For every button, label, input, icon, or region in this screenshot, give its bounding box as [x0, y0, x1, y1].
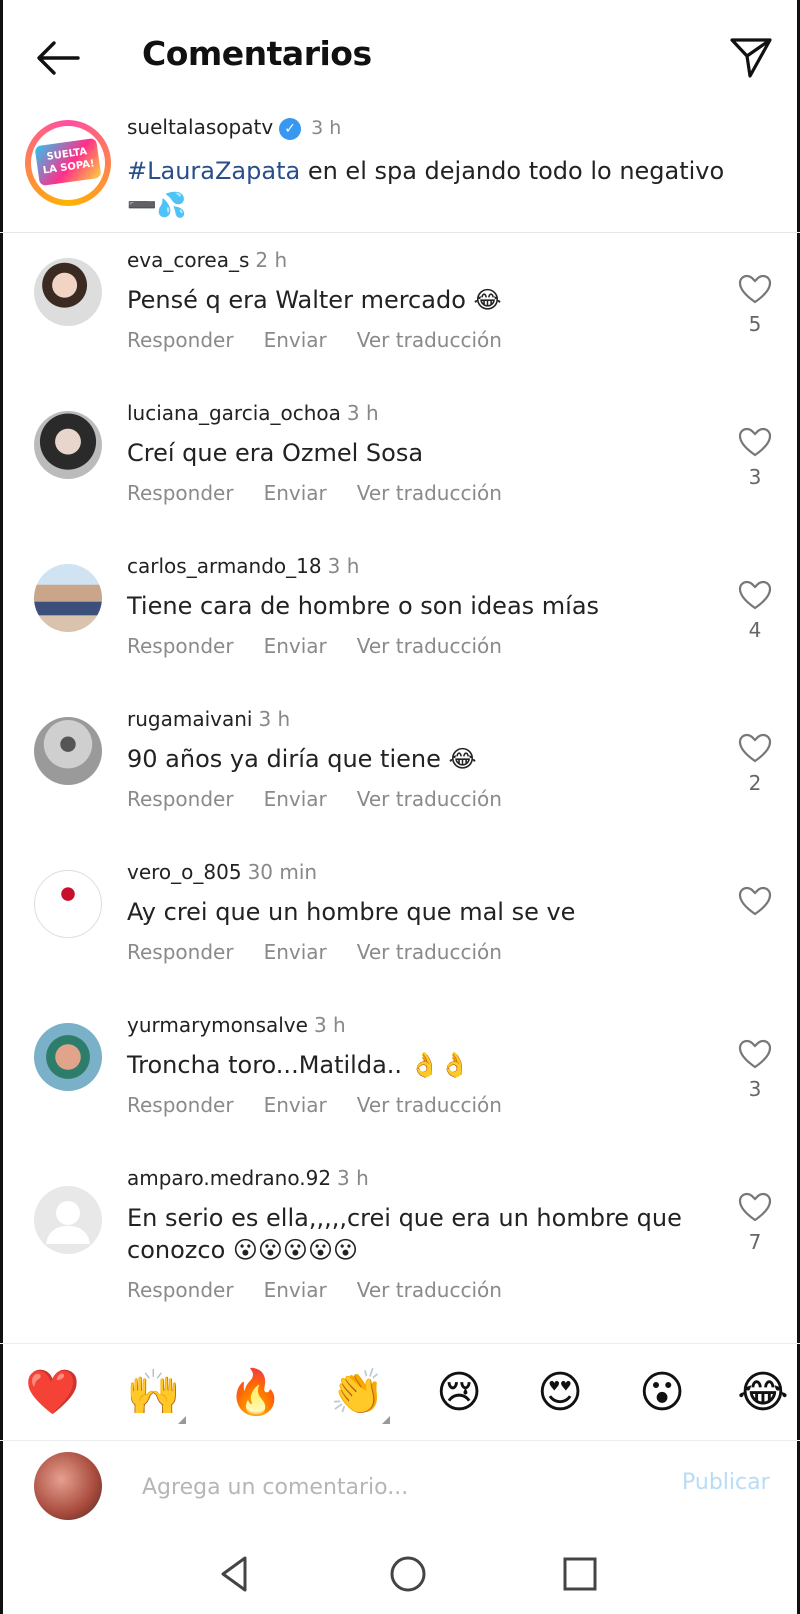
- comment-text: En serio es ella,,,,,crei que era un hom…: [127, 1204, 682, 1264]
- heart-eyes-emoji-icon[interactable]: 😍: [533, 1366, 587, 1420]
- like-count: 2: [748, 771, 762, 795]
- caption-time: 3 h: [311, 117, 342, 139]
- send-button[interactable]: Enviar: [264, 481, 327, 505]
- comment-username[interactable]: carlos_armando_18: [127, 554, 322, 578]
- caption-text: #LauraZapata en el spa dejando todo lo n…: [127, 157, 725, 219]
- crying-emoji-icon[interactable]: 😢: [432, 1366, 486, 1420]
- reply-button[interactable]: Responder: [127, 787, 234, 811]
- heart-icon[interactable]: [738, 580, 772, 610]
- reply-button[interactable]: Responder: [127, 1093, 234, 1117]
- person-silhouette-icon: [46, 1201, 90, 1244]
- avatar[interactable]: [34, 258, 102, 326]
- comment-text: Creí que era Ozmel Sosa: [127, 439, 424, 467]
- account-avatar[interactable]: SUELTA LA SOPA!: [25, 120, 111, 206]
- comment-username[interactable]: luciana_garcia_ochoa: [127, 401, 341, 425]
- send-button[interactable]: Enviar: [264, 1093, 327, 1117]
- verified-badge-icon: ✓: [279, 117, 302, 140]
- heart-icon[interactable]: [738, 886, 772, 916]
- comment-composer: Publicar: [0, 1446, 800, 1526]
- like-count: 7: [748, 1230, 762, 1254]
- like-count: 3: [748, 1077, 762, 1101]
- like-count: 4: [748, 618, 762, 642]
- brand-logo: SUELTA LA SOPA!: [34, 137, 102, 187]
- reply-button[interactable]: Responder: [127, 1278, 234, 1302]
- direct-send-icon[interactable]: [728, 34, 774, 80]
- comment-username[interactable]: vero_o_805: [127, 860, 242, 884]
- comment-time: 3 h: [258, 707, 291, 731]
- avatar[interactable]: [34, 564, 102, 632]
- page-title: Comentarios: [142, 34, 372, 73]
- publish-button[interactable]: Publicar: [682, 1470, 770, 1495]
- back-arrow-icon[interactable]: [34, 38, 82, 78]
- hashtag-link[interactable]: #LauraZapata: [127, 157, 300, 185]
- send-button[interactable]: Enviar: [264, 940, 327, 964]
- my-avatar: [34, 1452, 102, 1520]
- avatar[interactable]: [34, 1023, 102, 1091]
- avatar[interactable]: [34, 411, 102, 479]
- translate-button[interactable]: Ver traducción: [357, 787, 502, 811]
- top-bar: Comentarios: [0, 20, 800, 92]
- comment-text: Pensé q era Walter mercado 😂: [127, 286, 502, 314]
- heart-icon[interactable]: [738, 733, 772, 763]
- heart-icon[interactable]: [738, 274, 772, 304]
- caption-username[interactable]: sueltalasopatv: [127, 115, 273, 139]
- clapping-emoji-icon[interactable]: 👏: [330, 1366, 390, 1424]
- comment-time: 30 min: [247, 860, 318, 884]
- reply-button[interactable]: Responder: [127, 634, 234, 658]
- translate-button[interactable]: Ver traducción: [357, 328, 502, 352]
- emoji-quick-bar: ❤️ 🙌 🔥 👏 😢 😍 😮 😂: [0, 1343, 800, 1441]
- fire-emoji-icon[interactable]: 🔥: [228, 1366, 283, 1420]
- translate-button[interactable]: Ver traducción: [357, 1093, 502, 1117]
- comment-username[interactable]: eva_corea_s: [127, 248, 249, 272]
- caption-header: sueltalasopatv ✓ 3 h: [127, 115, 341, 140]
- heart-icon[interactable]: [738, 1192, 772, 1222]
- like-count: 3: [748, 465, 762, 489]
- comment-username[interactable]: yurmarymonsalve: [127, 1013, 308, 1037]
- reply-button[interactable]: Responder: [127, 328, 234, 352]
- send-button[interactable]: Enviar: [264, 328, 327, 352]
- comment-username[interactable]: amparo.medrano.92: [127, 1166, 331, 1190]
- reply-button[interactable]: Responder: [127, 481, 234, 505]
- comment-username[interactable]: rugamaivani: [127, 707, 252, 731]
- comment-text: Tiene cara de hombre o son ideas mías: [127, 592, 600, 620]
- like-count: 5: [748, 312, 762, 336]
- send-button[interactable]: Enviar: [264, 1278, 327, 1302]
- raised-hands-emoji-icon[interactable]: 🙌: [126, 1366, 186, 1424]
- translate-button[interactable]: Ver traducción: [357, 1278, 502, 1302]
- reply-button[interactable]: Responder: [127, 940, 234, 964]
- translate-button[interactable]: Ver traducción: [357, 481, 502, 505]
- comment-text: 90 años ya diría que tiene 😂: [127, 745, 477, 773]
- post-caption: SUELTA LA SOPA! sueltalasopatv ✓ 3 h #Laura…: [0, 110, 800, 233]
- avatar[interactable]: [34, 870, 102, 938]
- surprised-emoji-icon[interactable]: 😮: [635, 1366, 689, 1420]
- laughing-emoji-icon[interactable]: 😂: [736, 1366, 790, 1420]
- comment-input[interactable]: [140, 1468, 644, 1506]
- avatar[interactable]: [34, 717, 102, 785]
- nav-recents-icon[interactable]: [558, 1552, 602, 1596]
- nav-back-icon[interactable]: [213, 1552, 257, 1596]
- comment-time: 2 h: [255, 248, 288, 272]
- heart-icon[interactable]: [738, 427, 772, 457]
- comment-time: 3 h: [327, 554, 360, 578]
- comment-text: Troncha toro...Matilda.. 👌👌: [127, 1051, 470, 1079]
- comment-text: Ay crei que un hombre que mal se ve: [127, 898, 576, 926]
- send-button[interactable]: Enviar: [264, 787, 327, 811]
- translate-button[interactable]: Ver traducción: [357, 634, 502, 658]
- nav-home-icon[interactable]: [386, 1552, 430, 1596]
- comment-time: 3 h: [337, 1166, 369, 1190]
- comment-time: 3 h: [346, 401, 379, 425]
- heart-icon[interactable]: [738, 1039, 772, 1069]
- comment-time: 3 h: [313, 1013, 346, 1037]
- dash-splash-emoji-icon: ➖💦: [127, 191, 187, 219]
- system-nav-bar: [0, 1540, 800, 1614]
- translate-button[interactable]: Ver traducción: [357, 940, 502, 964]
- default-avatar[interactable]: [34, 1186, 102, 1254]
- send-button[interactable]: Enviar: [264, 634, 327, 658]
- heart-emoji-icon[interactable]: ❤️: [25, 1366, 80, 1420]
